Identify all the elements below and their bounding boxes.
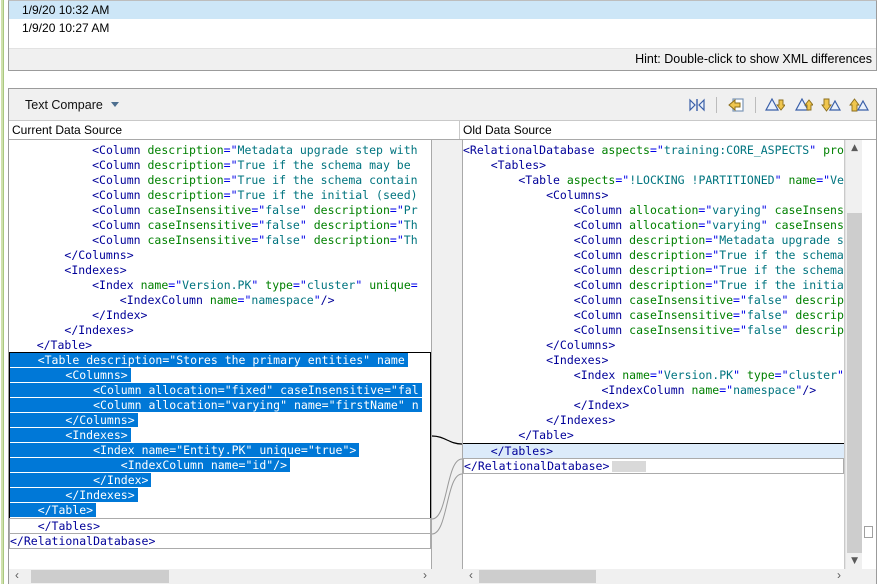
code-line: </Index> xyxy=(463,398,844,413)
overview-ruler xyxy=(862,140,876,569)
scroll-right-arrow-icon[interactable]: › xyxy=(417,569,433,584)
code-line: </Columns> xyxy=(10,413,430,428)
code-line: <Column caseInsensitive="false" descript… xyxy=(463,308,844,323)
code-line: </RelationalDatabase> xyxy=(9,533,431,549)
code-line: <IndexColumn name="id"/> xyxy=(10,458,430,473)
code-line: <IndexColumn name="namespace"/> xyxy=(9,293,431,308)
compare-mode-dropdown[interactable]: Text Compare xyxy=(19,94,125,116)
next-difference-icon[interactable] xyxy=(764,94,786,116)
compare-editor: Text Compare xyxy=(8,88,877,584)
code-line: <Column allocation="varying" caseInsensi… xyxy=(463,203,844,218)
right-horizontal-scrollbar[interactable]: ‹ › xyxy=(463,569,847,584)
history-row[interactable]: 1/9/20 10:32 AM xyxy=(9,1,876,19)
history-panel: 1/9/20 10:32 AM1/9/20 10:27 AM Hint: Dou… xyxy=(8,0,877,71)
code-line: <Columns> xyxy=(463,188,844,203)
swap-left-right-view-icon[interactable] xyxy=(686,94,708,116)
code-line: <RelationalDatabase aspects="training:CO… xyxy=(463,143,844,158)
code-line: <Index name="Entity.PK" unique="true"> xyxy=(10,443,430,458)
history-list[interactable]: 1/9/20 10:32 AM1/9/20 10:27 AM xyxy=(9,1,876,48)
code-line: <Column description="Metadata upgrade st… xyxy=(9,143,431,158)
previous-difference-icon[interactable] xyxy=(792,94,814,116)
code-line: <Column caseInsensitive="false" descript… xyxy=(9,203,431,218)
scroll-up-arrow-icon[interactable]: ▲ xyxy=(846,140,863,156)
code-line: </RelationalDatabase> xyxy=(463,458,844,474)
previous-change-icon[interactable] xyxy=(848,94,870,116)
code-line: </Table> xyxy=(9,338,431,353)
left-code-pane[interactable]: <Column description="Metadata upgrade st… xyxy=(9,140,432,569)
code-line: </Table> xyxy=(463,428,844,443)
code-line: </Index> xyxy=(10,473,430,488)
code-line: </Columns> xyxy=(463,338,844,353)
code-line: <Column allocation="fixed" caseInsensiti… xyxy=(10,383,430,398)
next-change-icon[interactable] xyxy=(820,94,842,116)
code-line: <Columns> xyxy=(10,368,430,383)
compare-toolbar: Text Compare xyxy=(9,89,876,121)
code-line: </Columns> xyxy=(9,248,431,263)
right-h-scrollbar-thumb[interactable] xyxy=(479,570,596,583)
left-h-scrollbar-thumb[interactable] xyxy=(31,570,169,583)
code-line: <Column caseInsensitive="false" descript… xyxy=(463,293,844,308)
code-line: </Indexes> xyxy=(10,488,430,503)
code-line: <Column caseInsensitive="false" descript… xyxy=(9,218,431,233)
code-line: <Column caseInsensitive="false" descript… xyxy=(463,323,844,338)
code-line: <Column allocation="varying" name="first… xyxy=(10,398,430,413)
code-line: <Column description="True if the schema … xyxy=(9,158,431,173)
code-line: <Index name="Version.PK" type="cluster" … xyxy=(9,278,431,293)
diff-connector-gutter xyxy=(432,140,462,569)
code-line: <Tables> xyxy=(463,158,844,173)
empty-range-marker xyxy=(612,461,646,472)
code-line: <Indexes> xyxy=(463,353,844,368)
code-line: <Column description="Metadata upgrade st… xyxy=(463,233,844,248)
left-pane-title: Current Data Source xyxy=(9,121,459,139)
history-row[interactable]: 1/9/20 10:27 AM xyxy=(9,19,876,37)
code-line: </Tables> xyxy=(463,443,844,459)
right-pane-title: Old Data Source xyxy=(460,121,876,139)
compare-mode-label: Text Compare xyxy=(25,98,103,112)
diff-connectors xyxy=(432,140,462,569)
code-line: </Table> xyxy=(10,503,430,518)
code-line: </Indexes> xyxy=(463,413,844,428)
scrollbar-gutter-spacer xyxy=(433,569,463,584)
overview-diff-marker[interactable] xyxy=(864,526,873,538)
toolbar-separator xyxy=(755,97,756,113)
code-line: <Table description="Stores the primary e… xyxy=(10,353,430,368)
toolbar-separator xyxy=(716,97,717,113)
hint-text: Hint: Double-click to show XML differenc… xyxy=(9,48,876,70)
code-line: </Indexes> xyxy=(9,323,431,338)
code-line: <Table aspects="!LOCKING !PARTITIONED" n… xyxy=(463,173,844,188)
scroll-down-arrow-icon[interactable]: ▼ xyxy=(846,553,863,569)
code-line: <IndexColumn name="namespace"/> xyxy=(463,383,844,398)
code-line: <Column description="True if the schema … xyxy=(463,248,844,263)
code-line: <Column caseInsensitive="false" descript… xyxy=(9,233,431,248)
vertical-scrollbar[interactable]: ▲ ▼ xyxy=(845,140,862,569)
window-edge xyxy=(0,0,7,584)
code-line: <Column description="True if the schema … xyxy=(463,263,844,278)
selected-diff-block[interactable]: <Table description="Stores the primary e… xyxy=(9,352,431,519)
left-horizontal-scrollbar[interactable]: ‹ › xyxy=(9,569,433,584)
chevron-down-icon xyxy=(111,102,119,107)
code-line: </Index> xyxy=(9,308,431,323)
code-line: <Column allocation="varying" caseInsensi… xyxy=(463,218,844,233)
code-line: <Column description="True if the schema … xyxy=(9,173,431,188)
code-line: <Indexes> xyxy=(10,428,430,443)
scroll-left-arrow-icon[interactable]: ‹ xyxy=(463,569,479,584)
copy-all-from-right-to-left-icon[interactable] xyxy=(725,94,747,116)
code-line: </Tables> xyxy=(9,518,431,534)
scroll-right-arrow-icon[interactable]: › xyxy=(831,569,847,584)
code-line: <Indexes> xyxy=(9,263,431,278)
code-line: <Column description="True if the initial… xyxy=(9,188,431,203)
scroll-left-arrow-icon[interactable]: ‹ xyxy=(9,569,25,584)
vertical-scrollbar-thumb[interactable] xyxy=(847,213,862,553)
right-code-pane[interactable]: <RelationalDatabase aspects="training:CO… xyxy=(462,140,845,569)
code-line: <Column description="True if the initial… xyxy=(463,278,844,293)
scrollbar-corner xyxy=(847,569,876,584)
code-line: <Index name="Version.PK" type="cluster" … xyxy=(463,368,844,383)
